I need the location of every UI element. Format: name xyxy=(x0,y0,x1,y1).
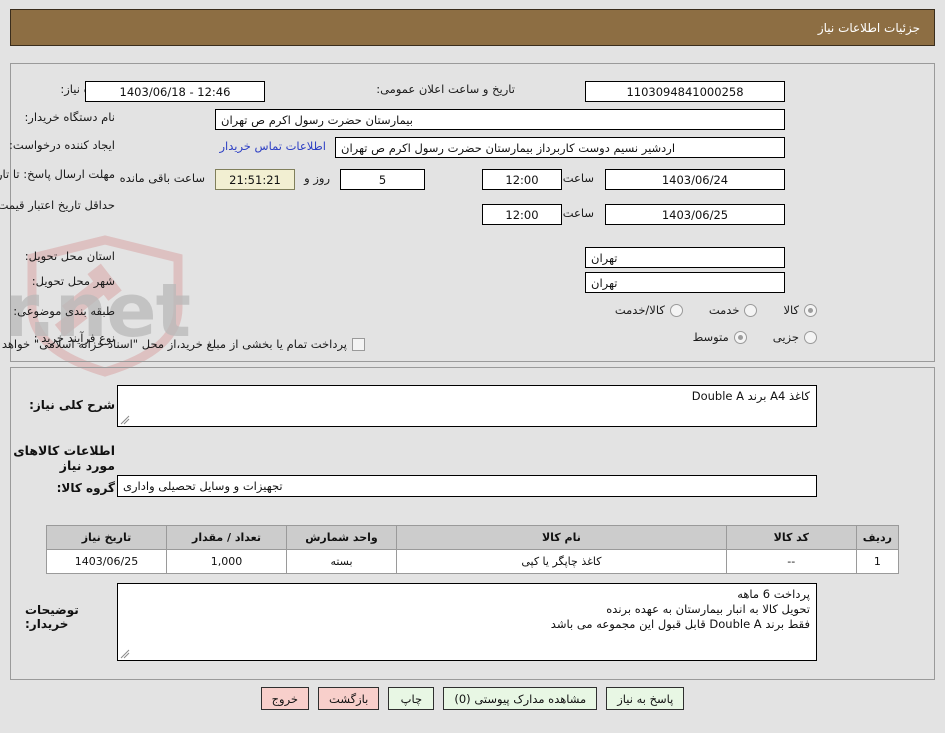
buyer-org-value[interactable]: بیمارستان حضرت رسول اکرم ص تهران xyxy=(215,109,785,130)
need-number-value[interactable]: 1103094841000258 xyxy=(585,81,785,102)
validity-hour-label: ساعت xyxy=(562,206,594,220)
col-quantity: تعداد / مقدار xyxy=(166,525,287,550)
category-option-service[interactable]: خدمت xyxy=(709,303,758,317)
city-row: شهر محل تحویل: xyxy=(32,274,115,288)
summary-textarea[interactable]: کاغذ A4 برند Double A xyxy=(117,385,817,427)
summary-value: کاغذ A4 برند Double A xyxy=(691,389,810,403)
category-options: کالا خدمت کالا/خدمت xyxy=(589,303,817,317)
validity-row: حداقل تاریخ اعتبار قیمت: تا تاریخ: xyxy=(0,194,115,213)
category-option-goods-service[interactable]: کالا/خدمت xyxy=(615,303,683,317)
category-option-goods-label: کالا xyxy=(783,303,799,317)
days-word-label: روز و xyxy=(304,171,330,185)
validity-date-value[interactable]: 1403/06/25 xyxy=(605,204,785,225)
province-label: استان محل تحویل: xyxy=(24,249,115,263)
category-option-goods[interactable]: کالا xyxy=(783,303,817,317)
print-button[interactable]: چاپ xyxy=(388,687,435,710)
deadline-row: مهلت ارسال پاسخ: تا تاریخ: xyxy=(0,163,115,182)
cell-quantity: 1,000 xyxy=(166,549,287,574)
announce-value[interactable]: 1403/06/18 - 12:46 xyxy=(85,81,265,102)
cell-goods-name: کاغذ چاپگر یا کپی xyxy=(396,549,727,574)
deadline-hour-value[interactable]: 12:00 xyxy=(482,169,562,190)
category-label: طبقه بندی موضوعی: xyxy=(13,304,115,318)
notes-line-2: تحویل کالا به انبار بیمارستان به عهده بر… xyxy=(606,602,810,616)
treasury-checkbox-label: پرداخت تمام یا بخشی از مبلغ خرید،از محل … xyxy=(0,337,347,351)
city-value[interactable]: تهران xyxy=(585,272,785,293)
notes-line-1: پرداخت 6 ماهه xyxy=(737,587,810,601)
checkbox-icon-treasury[interactable] xyxy=(352,337,365,351)
category-option-service-label: خدمت xyxy=(708,303,740,317)
respond-to-need-button[interactable]: پاسخ به نیاز xyxy=(606,687,685,710)
treasury-checkbox-wrap[interactable]: پرداخت تمام یا بخشی از مبلغ خرید،از محل … xyxy=(0,337,365,351)
province-value[interactable]: تهران xyxy=(585,247,785,268)
requester-value[interactable]: اردشیر نسیم دوست کاربرداز بیمارستان حضرت… xyxy=(335,137,785,158)
process-option-minor[interactable]: جزیی xyxy=(773,330,817,344)
deadline-date-value[interactable]: 1403/06/24 xyxy=(605,169,785,190)
summary-label: شرح کلی نیاز: xyxy=(29,398,115,412)
buyer-org-label: نام دستگاه خریدار: xyxy=(24,110,115,124)
notes-line-3: فقط برند Double A قابل قبول این مجموعه م… xyxy=(550,617,810,631)
col-goods-name: نام کالا xyxy=(396,525,727,550)
radio-icon-goods-service[interactable] xyxy=(669,303,683,317)
process-option-medium-label: متوسط xyxy=(692,330,729,344)
treasury-checkbox-row[interactable]: پرداخت تمام یا بخشی از مبلغ خرید،از محل … xyxy=(0,337,365,351)
deadline-label: مهلت ارسال پاسخ: تا تاریخ: xyxy=(0,167,115,181)
cell-goods-code: -- xyxy=(725,549,857,574)
resize-grip-icon[interactable] xyxy=(120,415,130,425)
resize-grip-icon-notes[interactable] xyxy=(120,649,130,659)
process-option-medium[interactable]: متوسط xyxy=(693,330,747,344)
page-root: AriaTender.net جزئیات اطلاعات نیاز شماره… xyxy=(0,0,945,733)
validity-hour-value[interactable]: 12:00 xyxy=(482,204,562,225)
radio-icon-goods[interactable] xyxy=(804,303,817,317)
radio-icon-medium[interactable] xyxy=(733,330,747,344)
cell-unit: بسته xyxy=(286,549,397,574)
table-header-row: ردیف کد کالا نام کالا واحد شمارش تعداد /… xyxy=(46,525,900,550)
need-info-panel xyxy=(10,63,935,362)
countdown-suffix-label: ساعت باقی مانده xyxy=(119,171,205,185)
process-option-minor-label: جزیی xyxy=(772,330,799,344)
col-unit: واحد شمارش xyxy=(286,525,397,550)
notes-label: توضیحات خریدار: xyxy=(25,603,115,631)
process-options: جزیی متوسط xyxy=(667,330,817,344)
radio-icon-minor[interactable] xyxy=(804,330,817,344)
buyer-contact-link[interactable]: اطلاعات تماس خریدار xyxy=(213,139,332,153)
goods-section-title: اطلاعات کالاهای مورد نیاز xyxy=(13,443,115,473)
page-title: جزئیات اطلاعات نیاز xyxy=(817,20,920,35)
group-value[interactable]: تجهیزات و وسایل تحصیلی واداری xyxy=(117,475,817,497)
table-row: 1 -- کاغذ چاپگر یا کپی بسته 1,000 1403/0… xyxy=(46,549,900,574)
cell-row-number: 1 xyxy=(855,549,900,574)
exit-button[interactable]: خروج xyxy=(260,687,310,710)
col-need-date: تاریخ نیاز xyxy=(46,525,167,550)
col-goods-code: کد کالا xyxy=(725,525,857,550)
category-row-label: طبقه بندی موضوعی: xyxy=(13,304,115,318)
goods-table: ردیف کد کالا نام کالا واحد شمارش تعداد /… xyxy=(46,525,900,574)
notes-textarea[interactable]: پرداخت 6 ماهه تحویل کالا به انبار بیمارس… xyxy=(117,583,817,661)
validity-label: حداقل تاریخ اعتبار قیمت: تا تاریخ: xyxy=(0,198,115,212)
window-title-bar: جزئیات اطلاعات نیاز xyxy=(10,9,935,46)
province-row: استان محل تحویل: xyxy=(25,249,115,263)
deadline-hour-label: ساعت xyxy=(562,171,594,185)
notes-label-line2: خریدار: xyxy=(25,617,69,631)
requester-row: ایجاد کننده درخواست: xyxy=(9,138,115,152)
col-row-number: ردیف xyxy=(855,525,900,550)
requester-label: ایجاد کننده درخواست: xyxy=(9,138,115,152)
group-row: گروه کالا: xyxy=(57,481,115,495)
notes-label-line1: توضیحات xyxy=(25,603,79,617)
group-label: گروه کالا: xyxy=(56,481,115,495)
back-button[interactable]: بازگشت xyxy=(318,687,380,710)
city-label: شهر محل تحویل: xyxy=(31,274,115,288)
view-attachments-button[interactable]: مشاهده مدارک پیوستی (0) xyxy=(443,687,598,710)
buyer-org-row: نام دستگاه خریدار: xyxy=(24,110,115,124)
announce-row: تاریخ و ساعت اعلان عمومی: xyxy=(376,82,515,96)
action-button-bar: پاسخ به نیاز مشاهده مدارک پیوستی (0) چاپ… xyxy=(0,687,945,710)
countdown-timer: 21:51:21 xyxy=(215,169,295,190)
radio-icon-service[interactable] xyxy=(744,303,758,317)
announce-label: تاریخ و ساعت اعلان عمومی: xyxy=(376,82,515,96)
category-option-goods-service-label: کالا/خدمت xyxy=(614,303,665,317)
cell-need-date: 1403/06/25 xyxy=(46,549,167,574)
summary-row: شرح کلی نیاز: xyxy=(29,398,115,412)
days-remaining-value[interactable]: 5 xyxy=(340,169,425,190)
